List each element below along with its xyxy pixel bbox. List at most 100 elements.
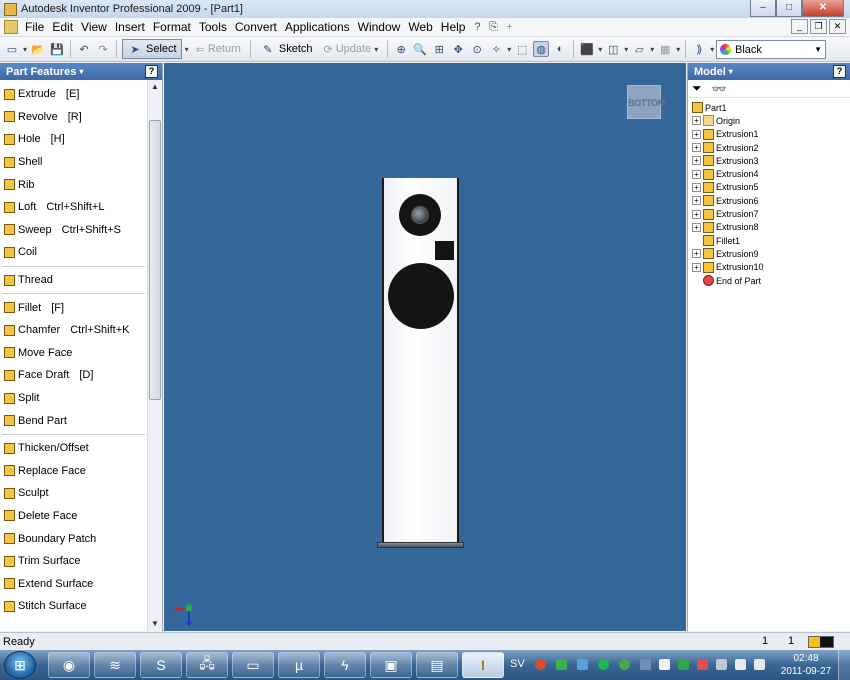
tree-node-extrusion3[interactable]: + Extrusion3 xyxy=(688,154,850,167)
feature-bend-part[interactable]: Bend Part xyxy=(0,409,147,432)
slice-dropdown-icon[interactable]: ▾ xyxy=(650,45,654,54)
redo-icon[interactable]: ↷ xyxy=(95,41,111,57)
feature-thicken-offset[interactable]: Thicken/Offset xyxy=(0,437,147,460)
feature-coil[interactable]: Coil xyxy=(0,241,147,264)
tree-node-fillet1[interactable]: Fillet1 xyxy=(688,234,850,247)
feature-fillet[interactable]: Fillet [F] xyxy=(0,296,147,319)
monitor-icon[interactable]: ▣ xyxy=(370,652,412,678)
expand-icon[interactable]: + xyxy=(692,116,701,126)
feature-trim-surface[interactable]: Trim Surface xyxy=(0,550,147,573)
feature-split[interactable]: Split xyxy=(0,387,147,410)
tree-node-extrusion5[interactable]: + Extrusion5 xyxy=(688,181,850,194)
open-icon[interactable]: 📂 xyxy=(30,41,46,57)
network-tray-icon[interactable] xyxy=(735,659,746,670)
mdi-close-button[interactable]: ✕ xyxy=(829,19,846,34)
feature-replace-face[interactable]: Replace Face xyxy=(0,460,147,483)
grid-icon[interactable]: ▦ xyxy=(657,41,673,57)
tree-node-origin[interactable]: + Origin xyxy=(688,114,850,127)
menu-help[interactable]: Help xyxy=(437,20,470,34)
expand-icon[interactable]: + xyxy=(692,143,701,153)
menu-convert[interactable]: Convert xyxy=(231,20,281,34)
feature-rib[interactable]: Rib xyxy=(0,173,147,196)
feature-extend-surface[interactable]: Extend Surface xyxy=(0,572,147,595)
feature-shell[interactable]: Shell xyxy=(0,151,147,174)
feature-hole[interactable]: Hole [H] xyxy=(0,128,147,151)
tree-node-extrusion2[interactable]: + Extrusion2 xyxy=(688,141,850,154)
view-cube-dropdown-icon[interactable]: ▾ xyxy=(598,45,602,54)
app-tray-icon[interactable] xyxy=(697,659,708,670)
menu-web[interactable]: Web xyxy=(404,20,436,34)
tree-node-extrusion1[interactable]: + Extrusion1 xyxy=(688,128,850,141)
zoom-window-icon[interactable]: ⊞ xyxy=(431,41,447,57)
scroll-up-icon[interactable]: ▲ xyxy=(148,80,162,94)
color-style-select[interactable]: Black ▼ xyxy=(716,40,826,59)
expand-icon[interactable]: + xyxy=(692,262,701,272)
menu-window[interactable]: Window xyxy=(354,20,405,34)
expand-icon[interactable]: + xyxy=(692,182,701,192)
link-icon[interactable]: ⎘ xyxy=(485,19,501,35)
show-desktop-button[interactable] xyxy=(838,650,850,680)
undo-icon[interactable]: ↶ xyxy=(76,41,92,57)
system-clock[interactable]: 02:48 2011-09-27 xyxy=(778,652,834,678)
pan-icon[interactable]: ✥ xyxy=(450,41,466,57)
tree-node-extrusion6[interactable]: + Extrusion6 xyxy=(688,194,850,207)
feature-list-scrollbar[interactable]: ▲ ▼ xyxy=(147,80,162,631)
slice-icon[interactable]: ▱ xyxy=(631,41,647,57)
filter-icon[interactable]: ⏷ xyxy=(692,81,702,96)
spotify-icon[interactable]: ≋ xyxy=(94,652,136,678)
notepad-icon[interactable]: ▤ xyxy=(416,652,458,678)
model-browser-header[interactable]: Model ▾ ? xyxy=(688,63,850,80)
new-icon[interactable]: ▭ xyxy=(4,41,20,57)
spotify-tray-icon[interactable] xyxy=(598,659,609,670)
menu-edit[interactable]: Edit xyxy=(48,20,77,34)
zoom-icon[interactable]: 🔍 xyxy=(412,41,428,57)
help-button[interactable]: ? xyxy=(833,65,846,78)
volume-icon[interactable] xyxy=(754,659,765,670)
tree-node-part1[interactable]: Part1 xyxy=(688,101,850,114)
orbit-icon[interactable]: ✧ xyxy=(488,41,504,57)
feature-chamfer[interactable]: Chamfer Ctrl+Shift+K xyxy=(0,319,147,342)
tree-node-extrusion7[interactable]: + Extrusion7 xyxy=(688,207,850,220)
feature-loft[interactable]: Loft Ctrl+Shift+L xyxy=(0,196,147,219)
dof-dropdown-icon[interactable]: ▾ xyxy=(710,45,714,54)
menu-view[interactable]: View xyxy=(77,20,111,34)
device-tray-icon[interactable] xyxy=(640,659,651,670)
grid-dropdown-icon[interactable]: ▾ xyxy=(676,45,680,54)
section-dropdown-icon[interactable]: ▾ xyxy=(624,45,628,54)
feature-thread[interactable]: Thread xyxy=(0,269,147,292)
select-button[interactable]: ➤ Select xyxy=(122,39,182,59)
tree-node-extrusion10[interactable]: + Extrusion10 xyxy=(688,261,850,274)
document-icon[interactable] xyxy=(4,20,18,34)
sketch-button[interactable]: ✎ Sketch xyxy=(256,39,317,59)
expand-icon[interactable]: + xyxy=(692,209,701,219)
chrome-icon[interactable]: ◉ xyxy=(48,652,90,678)
skype-icon[interactable]: S xyxy=(140,652,182,678)
feature-face-draft[interactable]: Face Draft [D] xyxy=(0,364,147,387)
menu-applications[interactable]: Applications xyxy=(281,20,354,34)
scroll-down-icon[interactable]: ▼ xyxy=(148,617,162,631)
look-at-icon[interactable]: ⬚ xyxy=(514,41,530,57)
chat-tray-icon[interactable] xyxy=(556,659,567,670)
inventor-app-icon[interactable] xyxy=(4,2,17,16)
menu-tools[interactable]: Tools xyxy=(195,20,231,34)
menu-format[interactable]: Format xyxy=(149,20,195,34)
feature-move-face[interactable]: Move Face xyxy=(0,342,147,365)
scrollbar-thumb[interactable] xyxy=(149,120,161,400)
tree-node-extrusion9[interactable]: + Extrusion9 xyxy=(688,247,850,260)
help-button[interactable]: ? xyxy=(145,65,158,78)
sync-tray-icon[interactable] xyxy=(577,659,588,670)
feature-stitch-surface[interactable]: Stitch Surface xyxy=(0,595,147,618)
degrees-of-freedom-icon[interactable]: ⟫ xyxy=(691,41,707,57)
select-dropdown-icon[interactable]: ▾ xyxy=(185,45,189,54)
inventor-taskbar-button[interactable]: I xyxy=(462,652,504,678)
whats-this-icon[interactable]: ? xyxy=(469,19,485,35)
graphics-viewport[interactable]: BOTTOM xyxy=(164,63,686,631)
expand-icon[interactable]: + xyxy=(692,156,701,166)
utorrent-tray-icon[interactable] xyxy=(619,659,630,670)
update-button[interactable]: ⟳ Update ▾ xyxy=(320,39,383,59)
menu-file[interactable]: File xyxy=(21,20,48,34)
tree-node-extrusion4[interactable]: + Extrusion4 xyxy=(688,167,850,180)
view-cube[interactable]: BOTTOM xyxy=(627,85,665,119)
return-button[interactable]: ⇐ Return xyxy=(192,39,245,59)
close-button[interactable]: ✕ xyxy=(802,0,844,17)
